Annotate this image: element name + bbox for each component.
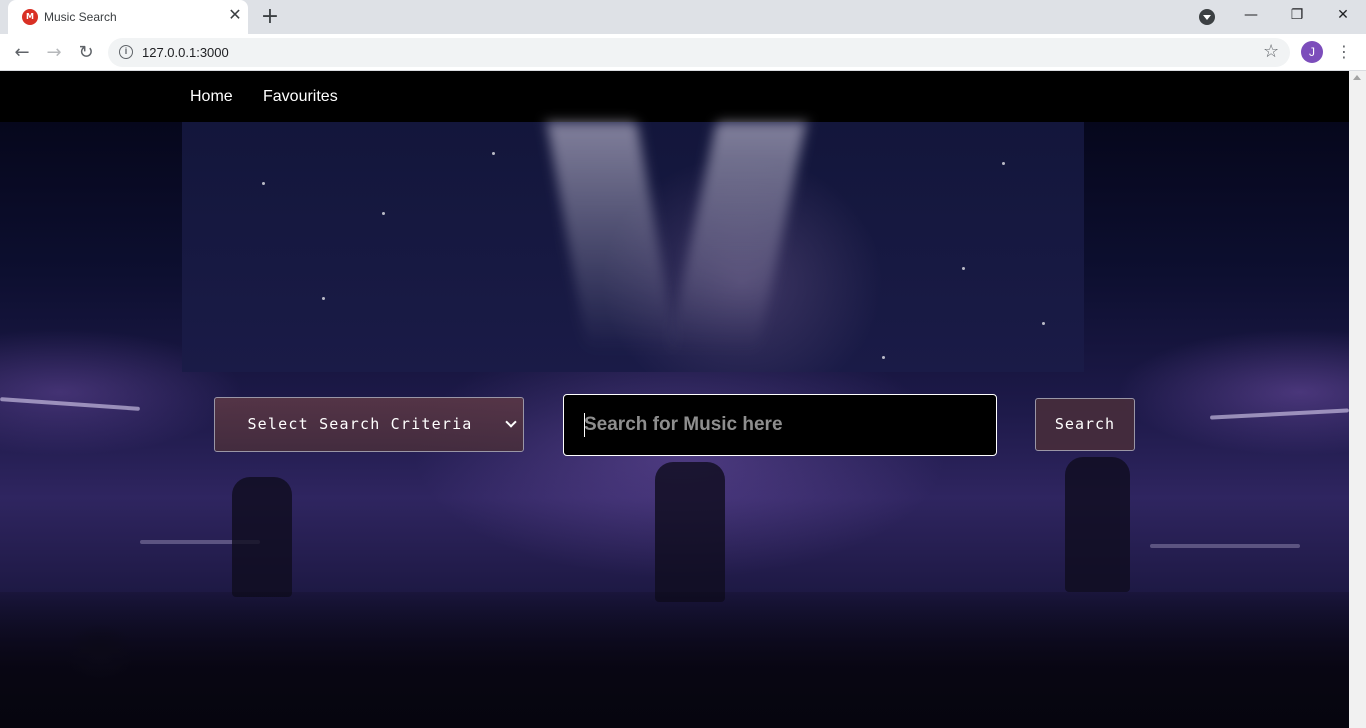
stage-light bbox=[1209, 408, 1349, 420]
spotlight bbox=[546, 122, 678, 352]
crowd-silhouette bbox=[0, 592, 1349, 728]
favicon-icon: M bbox=[22, 9, 38, 25]
sparkle bbox=[262, 182, 265, 185]
nav-link-home[interactable]: Home bbox=[190, 88, 233, 106]
page-scrollbar[interactable] bbox=[1349, 71, 1366, 728]
nav-link-favourites[interactable]: Favourites bbox=[263, 88, 338, 106]
site-navbar: Home Favourites bbox=[0, 71, 1349, 122]
avatar[interactable]: J bbox=[1301, 41, 1323, 63]
search-button[interactable]: Search bbox=[1035, 398, 1135, 451]
minimize-button[interactable]: — bbox=[1228, 0, 1274, 30]
performer bbox=[1065, 457, 1130, 592]
more-menu-icon[interactable]: ⋮ bbox=[1336, 40, 1352, 64]
sparkle bbox=[492, 152, 495, 155]
back-icon[interactable]: ← bbox=[9, 40, 35, 66]
tab-search-icon[interactable] bbox=[1199, 9, 1215, 25]
sparkle bbox=[1042, 322, 1045, 325]
page-viewport: Home Favourites Select Search Criteria S… bbox=[0, 71, 1349, 728]
stage-light bbox=[1150, 544, 1300, 548]
music-search-input[interactable] bbox=[563, 394, 997, 456]
sparkle bbox=[382, 212, 385, 215]
address-bar[interactable]: i 127.0.0.1:3000 ☆ bbox=[108, 38, 1290, 67]
forward-icon[interactable]: → bbox=[41, 40, 67, 66]
performer bbox=[655, 462, 725, 602]
new-tab-icon[interactable]: + bbox=[258, 6, 282, 28]
reload-icon[interactable]: ↻ bbox=[73, 40, 99, 66]
sparkle bbox=[1002, 162, 1005, 165]
text-cursor bbox=[584, 413, 585, 437]
browser-tab-strip: M Music Search ✕ + — ❐ ✕ bbox=[0, 0, 1366, 34]
browser-toolbar: ← → ↻ i 127.0.0.1:3000 ☆ J ⋮ bbox=[0, 34, 1366, 71]
sparkle bbox=[322, 297, 325, 300]
close-window-button[interactable]: ✕ bbox=[1320, 0, 1366, 30]
info-icon[interactable]: i bbox=[119, 45, 133, 59]
close-tab-icon[interactable]: ✕ bbox=[226, 7, 244, 25]
chevron-down-icon bbox=[505, 416, 517, 428]
sparkle bbox=[962, 267, 965, 270]
stage-light bbox=[0, 397, 140, 411]
search-criteria-select[interactable]: Select Search Criteria bbox=[214, 397, 524, 452]
stage-screen bbox=[182, 122, 1084, 372]
tab-title: Music Search bbox=[44, 10, 117, 24]
scroll-up-arrow-icon[interactable] bbox=[1353, 75, 1361, 80]
performer bbox=[232, 477, 292, 597]
maximize-button[interactable]: ❐ bbox=[1274, 0, 1320, 30]
spotlight bbox=[667, 122, 807, 352]
url-text[interactable]: 127.0.0.1:3000 bbox=[142, 45, 229, 60]
browser-tab[interactable]: M Music Search ✕ bbox=[8, 0, 248, 34]
sparkle bbox=[882, 356, 885, 359]
bookmark-star-icon[interactable]: ☆ bbox=[1263, 41, 1279, 62]
search-criteria-label: Select Search Criteria bbox=[247, 415, 473, 433]
